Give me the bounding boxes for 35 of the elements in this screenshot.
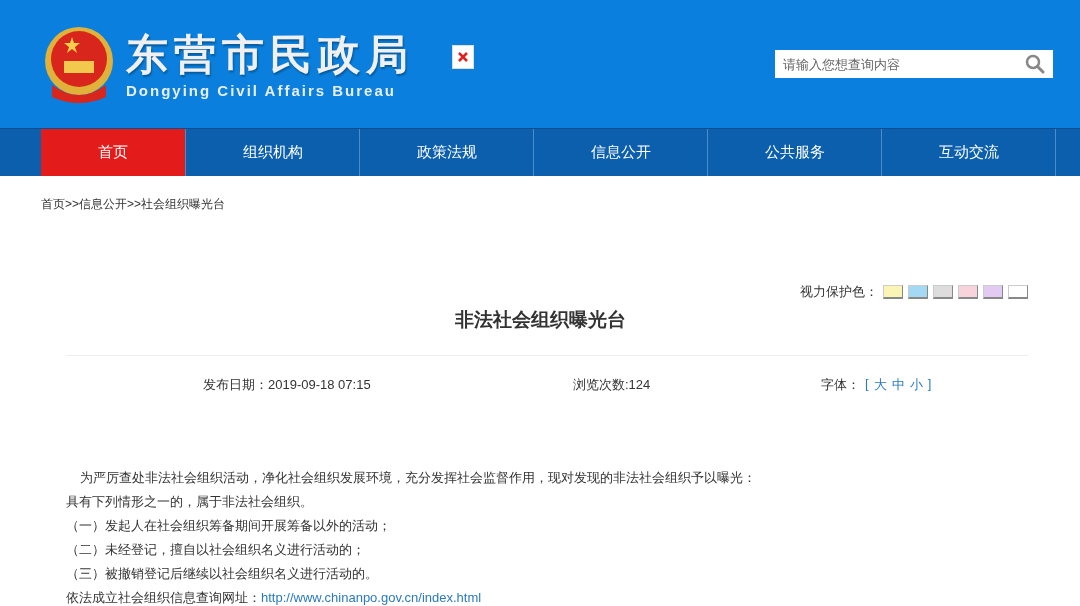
nav-tab[interactable]: 首页 <box>41 129 186 176</box>
article-paragraph: （一）发起人在社会组织筹备期间开展筹备以外的活动； <box>66 517 392 535</box>
publish-date: 发布日期：2019-09-18 07:15 <box>203 376 372 394</box>
color-swatch[interactable] <box>933 285 953 299</box>
breadcrumb: 首页>>信息公开>>社会组织曝光台 <box>41 196 227 213</box>
article-title: 非法社会组织曝光台 <box>453 308 627 332</box>
nav-tab[interactable]: 互动交流 <box>882 129 1056 176</box>
article-paragraph: 为严厉查处非法社会组织活动，净化社会组织发展环境，充分发挥社会监督作用，现对发现的非法社会组织予以曝光： <box>79 469 757 487</box>
bracket: ] <box>927 376 932 393</box>
site-title: 东营市民政局 <box>126 29 414 80</box>
nav-tab[interactable]: 公共服务 <box>708 129 882 176</box>
view-count: 浏览次数:124 <box>573 376 652 394</box>
color-swatch[interactable] <box>1008 285 1028 299</box>
search-field[interactable]: 请输入您想查询内容 <box>775 50 1053 78</box>
nav-tab[interactable]: 政策法规 <box>360 129 534 176</box>
eye-care-label: 视力保护色： <box>800 283 878 301</box>
color-swatch[interactable] <box>958 285 978 299</box>
broken-image-icon <box>452 45 474 69</box>
font-size-link[interactable]: 中 <box>891 376 905 394</box>
font-size-link[interactable]: 小 <box>909 376 923 394</box>
color-swatch[interactable] <box>908 285 928 299</box>
font-size-link[interactable]: 大 <box>873 376 887 394</box>
search-icon[interactable] <box>1025 54 1045 74</box>
article-paragraph: （三）被撤销登记后继续以社会组织名义进行活动的。 <box>66 565 379 583</box>
site-subtitle: Dongying Civil Affairs Bureau <box>126 81 397 99</box>
article-paragraph: （二）未经登记，擅自以社会组织名义进行活动的； <box>66 541 366 559</box>
article-paragraph: 具有下列情形之一的，属于非法社会组织。 <box>66 493 314 511</box>
nav-tab[interactable]: 信息公开 <box>534 129 708 176</box>
color-swatch[interactable] <box>983 285 1003 299</box>
website-link[interactable]: http://www.chinanpo.gov.cn/index.html <box>261 590 482 605</box>
link-label: 依法成立社会组织信息查询网址： <box>66 590 261 605</box>
bracket: [ <box>865 376 869 393</box>
nav-tab[interactable]: 组织机构 <box>186 129 360 176</box>
font-size-label: 字体： <box>821 376 860 394</box>
color-swatch[interactable] <box>883 285 903 299</box>
